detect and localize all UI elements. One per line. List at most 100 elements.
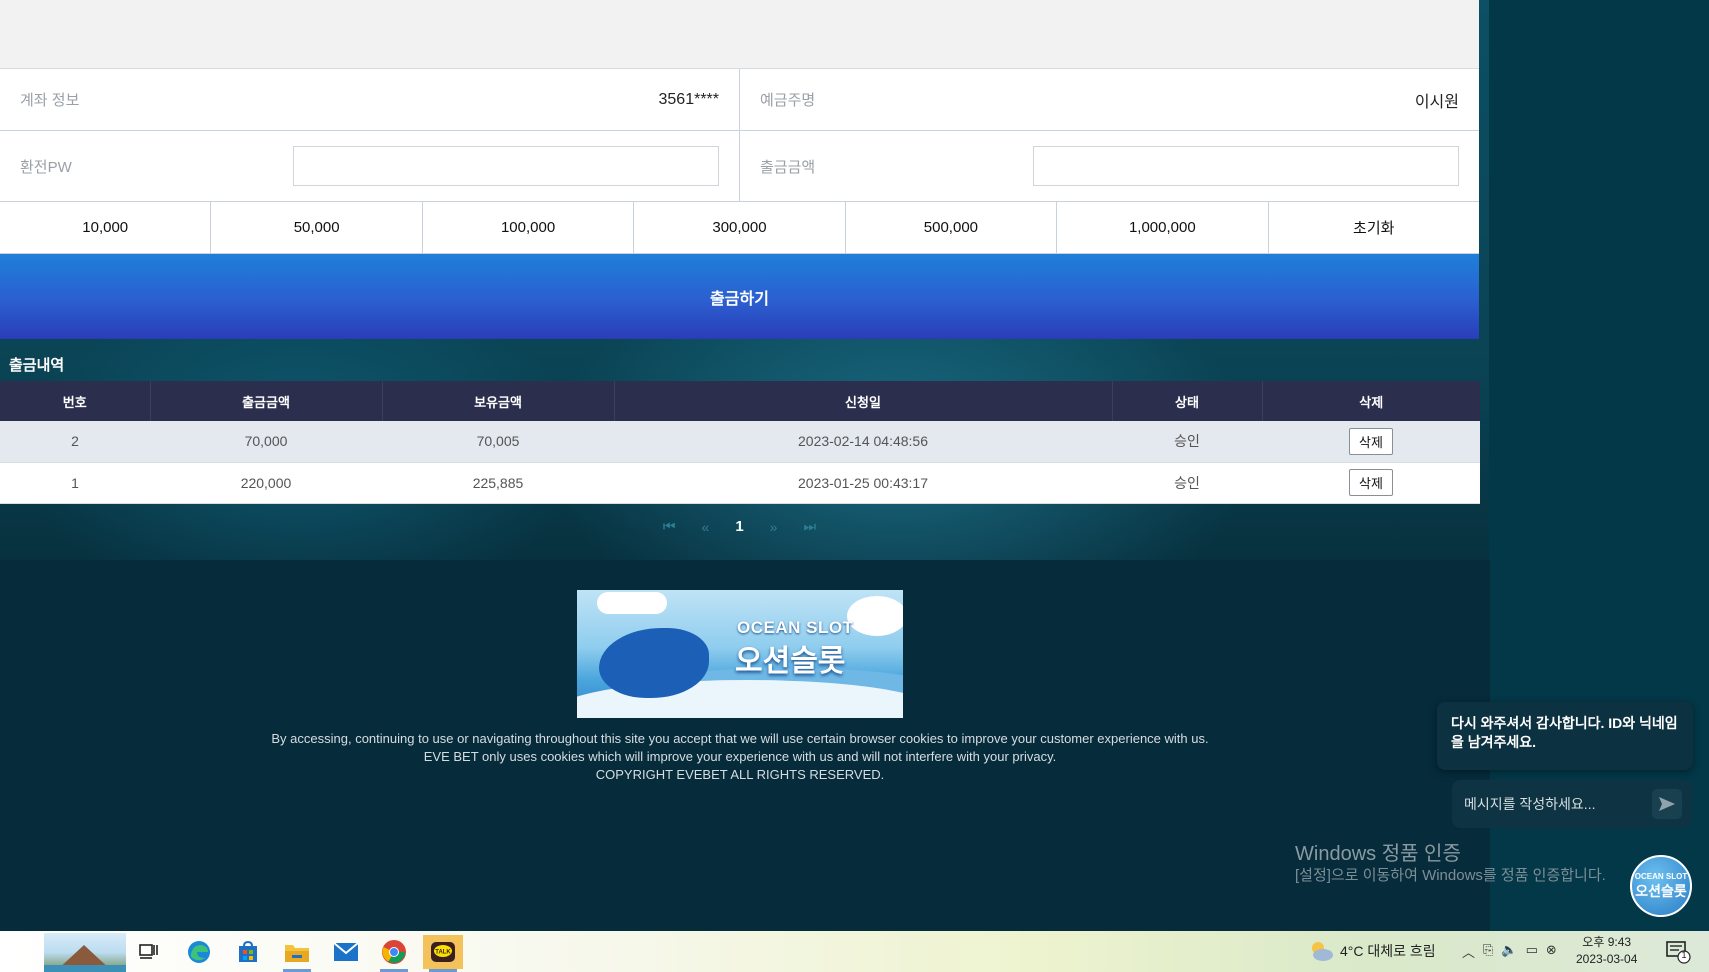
desktop-thumbnail-icon[interactable] xyxy=(44,933,126,972)
previous-page-icon[interactable]: « xyxy=(702,519,710,535)
account-info-row: 계좌 정보 3561**** 예금주명 이시원 xyxy=(0,69,1479,131)
reset-amount-button[interactable]: 초기화 xyxy=(1269,202,1479,253)
chat-avatar[interactable]: OCEAN SLOT 오션슬롯 xyxy=(1630,855,1692,917)
table-row: 1 220,000 225,885 2023-01-25 00:43:17 승인… xyxy=(0,462,1480,504)
notification-count: 1 xyxy=(1681,950,1687,960)
svg-text:TALK: TALK xyxy=(435,950,451,956)
last-page-icon[interactable]: ⏭ xyxy=(803,518,816,535)
row-number: 2 xyxy=(0,421,150,463)
cloudy-weather-icon xyxy=(1312,942,1333,961)
withdraw-submit-button[interactable]: 출금하기 xyxy=(0,254,1479,339)
chat-avatar-korean: 오션슬롯 xyxy=(1635,882,1687,899)
footer-line-privacy: EVE BET only uses cookies which will imp… xyxy=(423,749,1057,764)
row-date: 2023-02-14 04:48:56 xyxy=(614,421,1112,463)
chat-message-input[interactable] xyxy=(1464,796,1652,812)
cloud-graphic xyxy=(597,592,667,614)
account-holder-cell: 예금주명 이시원 xyxy=(740,69,1479,130)
windows-taskbar: TALK 4°C 대체로 흐림 ︿ ⎘ 🔈 ▭ ⊗ 오후 9:43 2023-0… xyxy=(0,931,1709,972)
footer-copyright: COPYRIGHT EVEBET ALL RIGHTS RESERVED. xyxy=(595,767,885,782)
exchange-pw-cell: 환전PW xyxy=(0,131,740,201)
amount-1000000-button[interactable]: 1,000,000 xyxy=(1057,202,1269,253)
column-header-amount: 출금금액 xyxy=(150,381,383,421)
first-page-icon[interactable]: ⏮ xyxy=(663,518,676,535)
withdraw-history-table: 번호 출금금액 보유금액 신청일 상태 삭제 2 70,000 70,005 2… xyxy=(0,381,1480,504)
amount-300000-button[interactable]: 300,000 xyxy=(634,202,846,253)
delete-button[interactable]: 삭제 xyxy=(1349,427,1393,455)
top-panel xyxy=(0,0,1479,69)
system-tray: ︿ ⎘ 🔈 ▭ ⊗ xyxy=(1462,942,1557,961)
vpn-status-icon[interactable]: ⊗ xyxy=(1546,942,1557,961)
clock-date: 2023-03-04 xyxy=(1576,952,1638,966)
footer-notice: By accessing, continuing to use or navig… xyxy=(0,730,1480,784)
row-status: 승인 xyxy=(1112,462,1262,504)
mail-icon[interactable] xyxy=(326,935,366,969)
row-delete-cell: 삭제 xyxy=(1262,421,1480,463)
chevron-up-icon[interactable]: ︿ xyxy=(1462,942,1475,961)
task-view-icon[interactable] xyxy=(129,935,169,969)
column-header-delete: 삭제 xyxy=(1262,381,1480,421)
ime-icon[interactable]: ⎘ xyxy=(1483,942,1493,961)
column-header-date: 신청일 xyxy=(614,381,1113,421)
column-header-number: 번호 xyxy=(0,381,151,421)
cloud-graphic xyxy=(847,596,903,636)
clock-time: 오후 9:43 xyxy=(1582,935,1632,949)
withdraw-form-row: 환전PW 출금금액 xyxy=(0,131,1479,202)
row-delete-cell: 삭제 xyxy=(1262,462,1480,504)
taskbar-clock[interactable]: 오후 9:43 2023-03-04 xyxy=(1576,934,1637,968)
logo-english-text: OCEAN SLOT xyxy=(737,618,854,637)
row-date: 2023-01-25 00:43:17 xyxy=(614,462,1112,504)
account-info-cell: 계좌 정보 3561**** xyxy=(0,69,740,130)
account-holder-value: 이시원 xyxy=(1414,93,1459,111)
row-amount: 70,000 xyxy=(150,421,382,463)
volume-icon[interactable]: 🔈 xyxy=(1501,942,1517,961)
ocean-slot-logo-banner: OCEAN SLOT 오션슬롯 xyxy=(577,590,903,718)
footer-line-cookies: By accessing, continuing to use or navig… xyxy=(271,731,1209,746)
weather-text: 4°C 대체로 흐림 xyxy=(1340,943,1436,959)
exchange-pw-input[interactable] xyxy=(293,146,719,186)
account-info-label: 계좌 정보 xyxy=(20,92,80,109)
column-header-status: 상태 xyxy=(1112,381,1263,421)
amount-500000-button[interactable]: 500,000 xyxy=(846,202,1058,253)
kakaotalk-icon[interactable]: TALK xyxy=(423,935,463,972)
column-header-balance: 보유금액 xyxy=(382,381,615,421)
withdraw-page: 계좌 정보 3561**** 예금주명 이시원 환전PW 출금금액 10,000… xyxy=(0,0,1480,550)
store-icon[interactable] xyxy=(228,935,268,969)
exchange-pw-label: 환전PW xyxy=(20,158,72,176)
row-balance: 225,885 xyxy=(382,462,614,504)
withdraw-history-title: 출금내역 xyxy=(9,357,65,374)
withdraw-amount-input[interactable] xyxy=(1033,146,1459,186)
windows-activation-title: Windows 정품 인증 xyxy=(1295,843,1461,865)
notification-center-icon[interactable]: 1 xyxy=(1665,940,1691,964)
amount-100000-button[interactable]: 100,000 xyxy=(423,202,635,253)
account-holder-label: 예금주명 xyxy=(760,92,816,109)
edge-icon[interactable] xyxy=(179,935,219,969)
pagination: ⏮ « 1 » ⏭ xyxy=(0,504,1479,550)
quick-amount-row: 10,000 50,000 100,000 300,000 500,000 1,… xyxy=(0,202,1479,254)
logo-korean-text: 오션슬롯 xyxy=(735,645,846,678)
amount-50000-button[interactable]: 50,000 xyxy=(211,202,423,253)
chat-avatar-english: OCEAN SLOT xyxy=(1634,871,1688,881)
chat-input-box xyxy=(1452,780,1692,828)
withdraw-amount-cell: 출금금액 xyxy=(740,131,1479,201)
network-icon[interactable]: ▭ xyxy=(1526,942,1538,961)
weather-widget[interactable]: 4°C 대체로 흐림 xyxy=(1308,940,1436,962)
next-page-icon[interactable]: » xyxy=(770,519,778,535)
row-amount: 220,000 xyxy=(150,462,382,504)
send-icon[interactable] xyxy=(1652,789,1682,819)
windows-activation-subtitle: [설정]으로 이동하여 Windows를 정품 인증합니다. xyxy=(1295,867,1606,884)
row-number: 1 xyxy=(0,462,150,504)
sea-graphic xyxy=(44,965,126,972)
row-status: 승인 xyxy=(1112,421,1262,463)
withdraw-amount-label: 출금금액 xyxy=(760,158,816,176)
current-page-number[interactable]: 1 xyxy=(735,518,743,535)
row-balance: 70,005 xyxy=(382,421,614,463)
table-header-row: 번호 출금금액 보유금액 신청일 상태 삭제 xyxy=(0,381,1480,421)
file-explorer-icon[interactable] xyxy=(277,935,317,972)
site-footer: OCEAN SLOT 오션슬롯 By accessing, continuing… xyxy=(0,560,1490,931)
delete-button[interactable]: 삭제 xyxy=(1349,469,1393,496)
account-info-value: 3561**** xyxy=(658,90,720,108)
amount-10000-button[interactable]: 10,000 xyxy=(0,202,212,253)
chrome-icon[interactable] xyxy=(374,935,414,972)
chat-welcome-message: 다시 와주셔서 감사합니다. ID와 닉네임을 남겨주세요. xyxy=(1437,702,1693,770)
table-row: 2 70,000 70,005 2023-02-14 04:48:56 승인 삭… xyxy=(0,421,1480,463)
